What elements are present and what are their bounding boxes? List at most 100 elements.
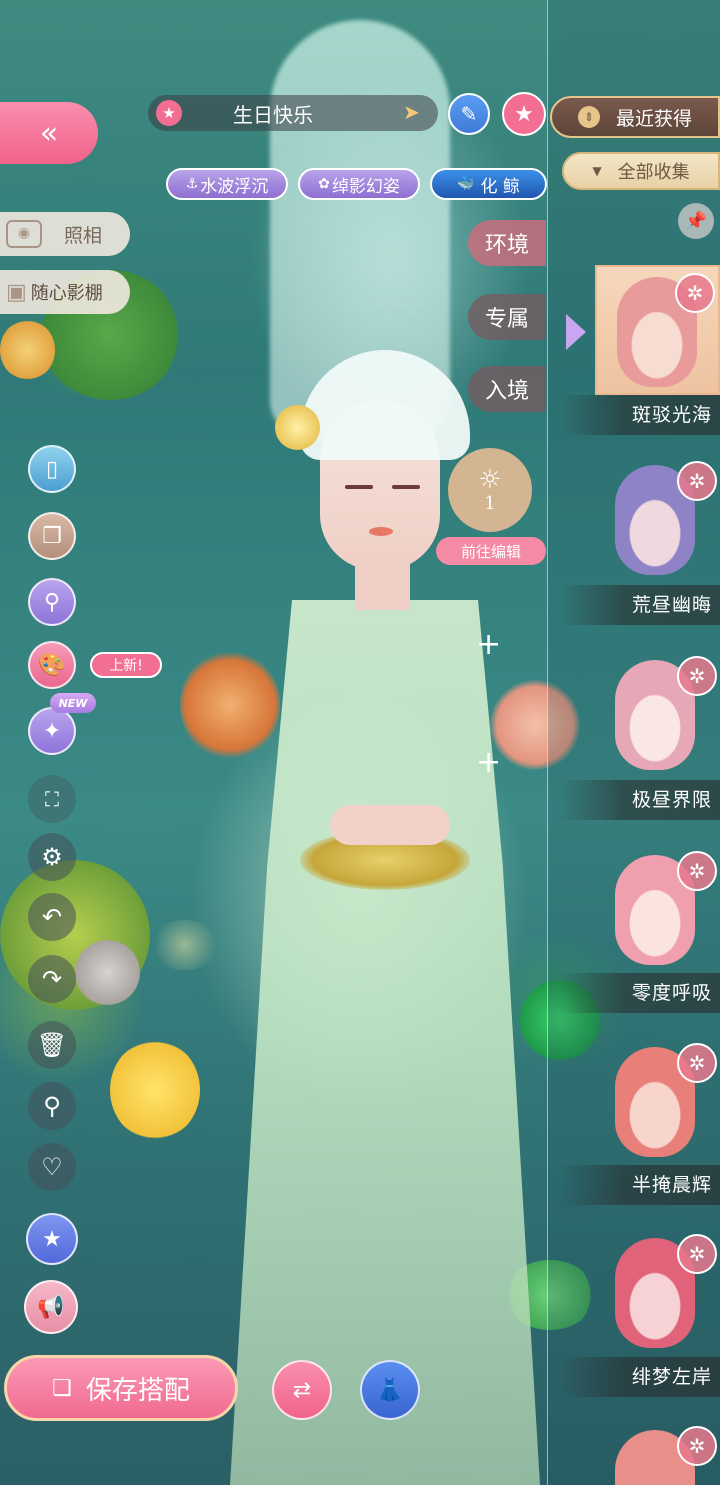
redo-icon: ↷: [41, 965, 63, 993]
new-arrival-text: 上新!: [109, 658, 143, 674]
new-tag-text: NEW: [58, 696, 88, 710]
preset-icon: ✲: [677, 1426, 717, 1466]
whale-icon: 🐳: [457, 176, 475, 192]
category-label: 入境: [484, 379, 529, 404]
shoulder-flower-left: [180, 650, 280, 760]
undo-button[interactable]: ↶: [28, 893, 76, 941]
dress-icon: 👗: [376, 1377, 404, 1403]
sort-icon: ⇕: [577, 106, 600, 128]
item-card-3[interactable]: ✲: [595, 845, 720, 975]
announcement-button[interactable]: 📢: [24, 1280, 78, 1334]
add-accessory-button[interactable]: +: [476, 630, 501, 660]
sun-icon: ☼: [478, 464, 502, 495]
camera-icon: ◉: [6, 220, 42, 248]
edit-name-button[interactable]: ✎: [448, 93, 490, 135]
category-label: 专属: [484, 307, 529, 332]
star-icon: ★: [42, 1226, 62, 1252]
tag-label: 化 鲸: [480, 176, 520, 197]
item-card-6[interactable]: ✲: [595, 1420, 720, 1485]
light-control[interactable]: ☼ 1: [448, 448, 532, 532]
photo-label: 照相: [64, 224, 103, 247]
fullscreen-button[interactable]: ⛶: [28, 775, 76, 823]
sort-button[interactable]: ⇕ 最近获得: [550, 96, 720, 138]
add-accessory-button[interactable]: +: [476, 748, 501, 778]
lotus-flower: [0, 320, 55, 380]
gear-icon: ⚙: [41, 843, 63, 871]
preset-icon: ✲: [677, 851, 717, 891]
tag-whale[interactable]: 🐳 化 鲸: [430, 168, 547, 200]
item-card-5[interactable]: ✲: [595, 1228, 720, 1358]
palette-icon: 🎨: [38, 652, 66, 678]
anchor-icon: ⚓: [185, 176, 199, 192]
cards-icon: ❏: [52, 1375, 72, 1401]
megaphone-icon: 📢: [37, 1294, 65, 1320]
swap-button[interactable]: ⇄: [272, 1360, 332, 1420]
filter-label: 全部收集: [617, 162, 690, 183]
palette-button[interactable]: 🎨: [28, 641, 76, 689]
wardrobe-button[interactable]: ▯: [28, 445, 76, 493]
settings-button[interactable]: ⚙: [28, 833, 76, 881]
category-label: 环境: [484, 233, 529, 258]
back-button[interactable]: «: [0, 102, 98, 164]
delete-button[interactable]: 🗑: [28, 1021, 76, 1069]
item-name: 荒昼幽晦: [560, 585, 720, 625]
preset-icon: ✲: [677, 656, 717, 696]
character-hands: [330, 805, 450, 845]
light-value: 1: [484, 492, 496, 514]
double-chevron-left-icon: «: [39, 115, 59, 151]
outfit-name-bar[interactable]: ★ 生日快乐 ➤: [148, 95, 438, 131]
tag-shadow[interactable]: ✿ 绰影幻姿: [298, 168, 420, 200]
studio-button[interactable]: ▣ 随心影棚: [0, 270, 130, 314]
sort-label: 最近获得: [615, 107, 692, 130]
filter-button[interactable]: ▼ 全部收集: [562, 152, 720, 190]
photo-button[interactable]: ◉ 照相: [0, 212, 130, 256]
favorite-button[interactable]: ★: [502, 92, 546, 136]
pin-button[interactable]: 📌: [678, 203, 714, 239]
new-arrival-badge: 上新!: [90, 652, 162, 678]
redo-button[interactable]: ↷: [28, 955, 76, 1003]
star-icon: ★: [514, 101, 534, 127]
tag-water[interactable]: ⚓ 水波浮沉: [166, 168, 288, 200]
item-card-2[interactable]: ✲: [595, 650, 720, 780]
tag-label: 水波浮沉: [200, 176, 269, 197]
layers-button[interactable]: ❐: [28, 512, 76, 560]
star-icon: ★: [156, 100, 182, 126]
lily-pad: [150, 920, 220, 970]
pencil-icon: ✎: [460, 102, 478, 126]
pin-icon: 📌: [684, 210, 708, 232]
magnifier-icon: ⚲: [43, 589, 61, 615]
effects-button[interactable]: ✦: [28, 707, 76, 755]
item-card-4[interactable]: ✲: [595, 1037, 720, 1167]
star-collection-button[interactable]: ★: [26, 1213, 78, 1265]
lotus-flower: [110, 1040, 200, 1140]
save-outfit-button[interactable]: ❏ 保存搭配: [4, 1355, 238, 1421]
search-button[interactable]: ⚲: [28, 1082, 76, 1130]
like-button[interactable]: ♡: [28, 1143, 76, 1191]
item-card-1[interactable]: ✲: [595, 455, 720, 585]
search-style-button[interactable]: ⚲: [28, 578, 76, 626]
save-outfit-label: 保存搭配: [85, 1375, 190, 1406]
outfit-scan-button[interactable]: 👗: [360, 1360, 420, 1420]
studio-label: 随心影棚: [30, 283, 103, 304]
preset-icon: ✲: [677, 1234, 717, 1274]
goto-edit-button[interactable]: 前往编辑: [436, 537, 546, 565]
goto-edit-label: 前往编辑: [460, 542, 521, 561]
plus-icon: +: [476, 627, 502, 662]
sparkle-icon: ✦: [42, 718, 62, 744]
undo-icon: ↶: [41, 903, 63, 931]
swap-icon: ⇄: [292, 1377, 312, 1403]
category-enter[interactable]: 入境: [468, 366, 546, 412]
new-tag: NEW: [50, 693, 96, 713]
category-exclusive[interactable]: 专属: [468, 294, 546, 340]
item-name: 极昼界限: [560, 780, 720, 820]
expand-icon: ⛶: [45, 787, 59, 811]
phone-icon: ▯: [45, 456, 59, 482]
item-name: 绯梦左岸: [560, 1357, 720, 1397]
item-card-0[interactable]: ✲: [595, 265, 720, 395]
category-environment[interactable]: 环境: [468, 220, 546, 266]
dropdown-icon: ▼: [592, 164, 602, 178]
item-name: 半掩晨辉: [560, 1165, 720, 1205]
search-icon: ⚲: [43, 1092, 61, 1120]
character-lips: [369, 527, 393, 536]
character-eye-left: [345, 485, 373, 489]
